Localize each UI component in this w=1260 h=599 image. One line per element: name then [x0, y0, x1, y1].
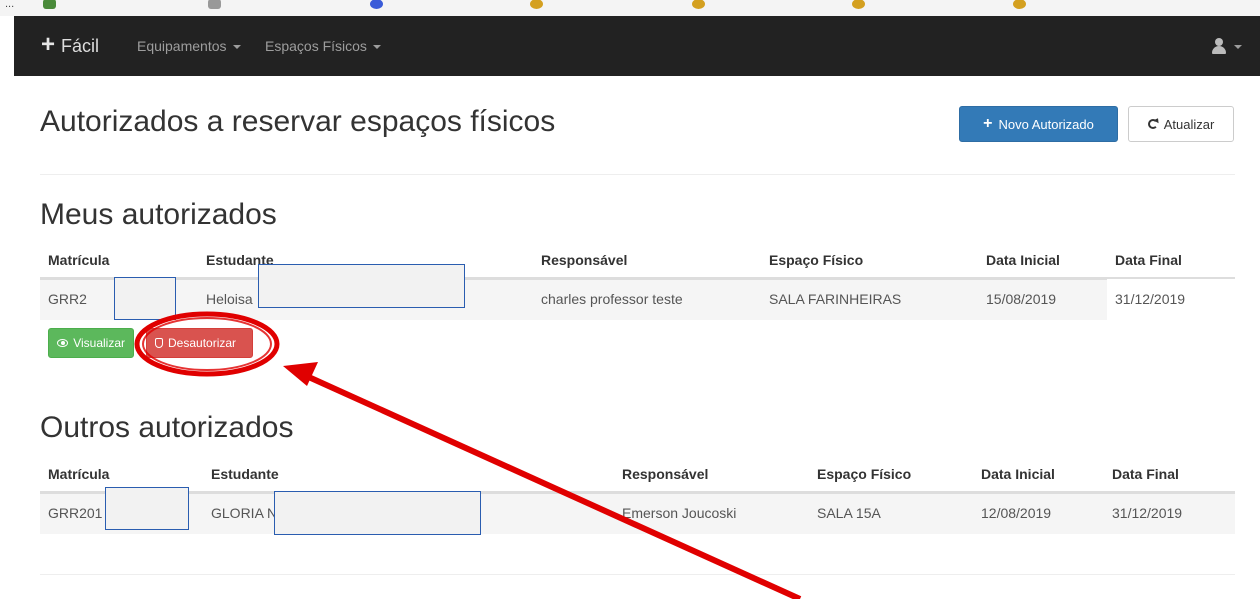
column-header: Espaço Físico: [769, 252, 864, 268]
column-header: Data Final: [1115, 252, 1182, 268]
bookmark-item[interactable]: [370, 0, 383, 11]
brand-label: Fácil: [61, 35, 100, 56]
cell-data-inicial: 12/08/2019: [981, 505, 1052, 521]
arrow-line: [300, 371, 802, 599]
bookmark-item[interactable]: [852, 0, 865, 11]
menu-equipamentos-label: Equipamentos: [137, 38, 227, 54]
plus-icon: +: [983, 115, 993, 132]
cell-estudante: Heloisa: [206, 291, 253, 307]
bookmark-item[interactable]: [208, 0, 221, 11]
section-title-outros: Outros autorizados: [40, 411, 294, 444]
user-icon: [1211, 38, 1227, 54]
top-navbar: + Fácil Equipamentos Espaços Físicos: [14, 16, 1260, 76]
redaction-box: [114, 277, 176, 320]
arrow-head: [283, 362, 318, 386]
column-header: Matrícula: [48, 466, 110, 482]
refresh-label: Atualizar: [1163, 116, 1215, 132]
column-header: Responsável: [541, 252, 628, 268]
menu-equipamentos[interactable]: Equipamentos: [137, 16, 241, 76]
refresh-button[interactable]: Atualizar: [1128, 106, 1234, 142]
cell-matricula: GRR2: [48, 291, 87, 307]
cell-responsavel: Emerson Joucoski: [622, 505, 737, 521]
brand-link[interactable]: + Fácil: [41, 16, 99, 76]
refresh-icon: [1147, 119, 1158, 129]
column-header: Espaço Físico: [817, 466, 912, 482]
redaction-box: [274, 491, 481, 535]
cell-espaco: SALA FARINHEIRAS: [769, 291, 902, 307]
bookmarks-bar: ...: [0, 0, 1260, 16]
page-title: Autorizados a reservar espaços físicos: [40, 105, 556, 138]
bookmark-item[interactable]: [692, 0, 705, 11]
cell-data-final: 31/12/2019: [1115, 291, 1186, 307]
column-header: Data Inicial: [981, 466, 1055, 482]
plus-icon: +: [41, 30, 56, 58]
view-label: Visualizar: [73, 336, 125, 350]
revoke-button[interactable]: Desautorizar: [146, 328, 253, 358]
revoke-label: Desautorizar: [168, 336, 237, 350]
menu-espacos-fisicos[interactable]: Espaços Físicos: [265, 16, 381, 76]
view-button[interactable]: Visualizar: [48, 328, 134, 358]
column-header: Estudante: [211, 466, 279, 482]
caret-down-icon: [1234, 45, 1242, 49]
cell-espaco: SALA 15A: [817, 505, 881, 521]
cell-data-inicial: 15/08/2019: [986, 291, 1057, 307]
bookmark-item[interactable]: [530, 0, 543, 11]
cell-matricula: GRR201: [48, 505, 103, 521]
column-header: Matrícula: [48, 252, 110, 268]
divider: [40, 574, 1235, 575]
column-header: Data Final: [1112, 466, 1179, 482]
bookmark-item[interactable]: [1013, 0, 1026, 11]
column-header: Data Inicial: [986, 252, 1060, 268]
redaction-box: [258, 264, 465, 308]
user-menu[interactable]: [1211, 16, 1242, 76]
caret-down-icon: [372, 45, 381, 49]
bookmark-item[interactable]: ...: [5, 0, 14, 11]
cell-data-final: 31/12/2019: [1112, 505, 1183, 521]
cell-responsavel: charles professor teste: [541, 291, 683, 307]
eye-icon: [57, 339, 69, 347]
cell-estudante: GLORIA N: [211, 505, 278, 521]
caret-down-icon: [232, 45, 241, 49]
section-title-meus: Meus autorizados: [40, 198, 277, 231]
thumbs-down-icon: [155, 338, 163, 348]
bookmark-item[interactable]: [43, 0, 56, 11]
menu-espacos-fisicos-label: Espaços Físicos: [265, 38, 367, 54]
divider: [40, 174, 1235, 175]
redaction-box: [105, 487, 189, 530]
column-header: Responsável: [622, 466, 709, 482]
new-authorized-label: Novo Autorizado: [998, 116, 1094, 132]
new-authorized-button[interactable]: + Novo Autorizado: [959, 106, 1118, 142]
